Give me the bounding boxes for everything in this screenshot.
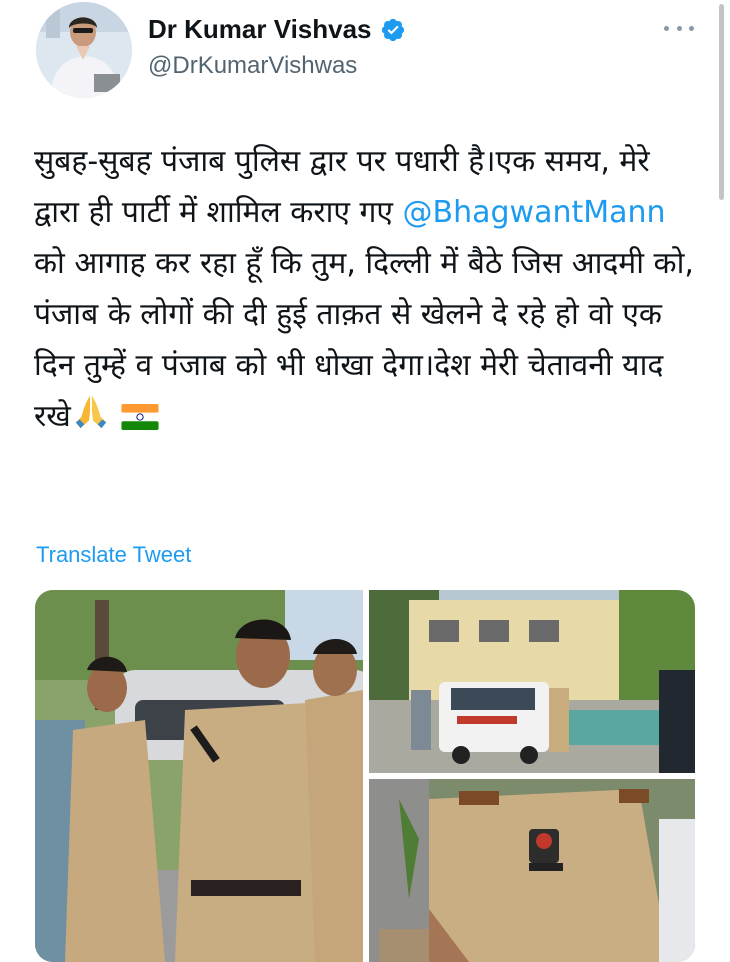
mention-link[interactable]: @BhagwantMann xyxy=(403,195,666,230)
more-options-icon[interactable] xyxy=(664,18,694,38)
avatar[interactable] xyxy=(36,2,132,98)
author-display-name[interactable]: Dr Kumar Vishvas xyxy=(148,14,372,45)
india-flag-emoji xyxy=(121,395,159,446)
folded-hands-emoji xyxy=(71,392,111,446)
photo-police-officers[interactable] xyxy=(35,590,363,962)
author-handle[interactable]: @DrKumarVishwas xyxy=(148,52,357,80)
verified-badge-icon xyxy=(380,17,406,43)
tweet-text: सुबह-सुबह पंजाब पुलिस द्वार पर पधारी है।… xyxy=(34,136,694,446)
tweet-header: Dr Kumar Vishvas @DrKumarVishwas xyxy=(0,0,730,110)
tweet-media-grid xyxy=(35,590,695,962)
photo-officer-closeup[interactable] xyxy=(369,779,695,962)
translate-tweet-link[interactable]: Translate Tweet xyxy=(36,542,191,568)
photo-police-vehicle-building[interactable] xyxy=(369,590,695,773)
scrollbar[interactable] xyxy=(719,4,724,200)
